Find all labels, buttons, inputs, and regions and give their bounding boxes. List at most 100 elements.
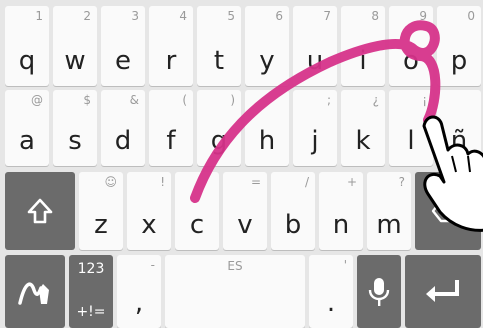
key-a[interactable]: @ a <box>5 90 49 166</box>
key-g[interactable]: ) g <box>197 90 241 166</box>
enter-key[interactable] <box>405 255 481 328</box>
key-letter: v <box>237 210 253 240</box>
key-letter: p <box>450 46 468 76</box>
key-hint: - <box>150 258 155 272</box>
key-hint: 4 <box>179 9 187 23</box>
key-hint: ¡ <box>422 93 427 107</box>
key-letter: z <box>94 210 108 240</box>
swipe-mode-icon <box>5 255 65 328</box>
key-b[interactable]: / b <box>271 172 315 250</box>
key-s[interactable]: $ s <box>53 90 97 166</box>
key-q[interactable]: 1 q <box>5 6 49 86</box>
swipe-mode-key[interactable] <box>5 255 65 328</box>
key-letter: a <box>19 126 35 156</box>
key-letter: l <box>407 126 415 156</box>
key-letter: u <box>306 46 324 76</box>
period-key[interactable]: ' . <box>309 255 353 328</box>
key-hint: 9 <box>419 9 427 23</box>
key-letter: f <box>166 126 176 156</box>
key-z[interactable]: ☺ z <box>79 172 123 250</box>
key-y[interactable]: 6 y <box>245 6 289 86</box>
key-hint: 3 <box>131 9 139 23</box>
key-hint: 2 <box>83 9 91 23</box>
key-hint: 5 <box>227 9 235 23</box>
key-v[interactable]: = v <box>223 172 267 250</box>
key-x[interactable]: ! x <box>127 172 171 250</box>
shift-key[interactable] <box>5 172 75 250</box>
key-letter: , <box>134 288 144 318</box>
key-letter: o <box>403 46 419 76</box>
space-language-label: ES <box>227 259 243 273</box>
key-letter: x <box>141 210 157 240</box>
key-letter: k <box>355 126 371 156</box>
key-hint: ) <box>230 93 235 107</box>
key-hint: 1 <box>35 9 43 23</box>
key-hint: = <box>250 175 261 189</box>
backspace-icon <box>415 172 481 250</box>
key-hint: ( <box>182 93 187 107</box>
key-letter: g <box>210 126 228 156</box>
key-e[interactable]: 3 e <box>101 6 145 86</box>
key-letter: t <box>213 46 225 76</box>
space-key[interactable]: ES <box>165 255 305 328</box>
key-m[interactable]: ? m <box>367 172 411 250</box>
key-hint: 0 <box>467 9 475 23</box>
key-k[interactable]: ¿ k <box>341 90 385 166</box>
key-letter: h <box>258 126 276 156</box>
comma-key[interactable]: - , <box>117 255 161 328</box>
key-letter: w <box>64 46 86 76</box>
key-letter: r <box>165 46 177 76</box>
key-c[interactable]: c <box>175 172 219 250</box>
key-hint: ! <box>160 175 165 189</box>
key-hint: @ <box>31 93 43 107</box>
key-p[interactable]: 0 p <box>437 6 481 86</box>
key-h[interactable]: h <box>245 90 289 166</box>
key-n[interactable]: + n <box>319 172 363 250</box>
key-hint: $ <box>83 93 91 107</box>
numbers-key[interactable]: 123 +!= <box>69 255 113 328</box>
key-letter: m <box>376 210 402 240</box>
key-letter: b <box>284 210 302 240</box>
key-letter: q <box>18 46 36 76</box>
key-hint: ☺ <box>104 175 117 189</box>
key-letter: c <box>189 210 205 240</box>
shift-icon <box>5 172 75 250</box>
key-letter: ñ <box>450 126 468 156</box>
key-hint: 6 <box>275 9 283 23</box>
key-hint: / <box>304 175 309 189</box>
key-letter: d <box>114 126 132 156</box>
numbers-label: 123 <box>77 261 105 277</box>
keyboard: 1 q 2 w 3 e 4 r 5 t 6 y 7 u 8 i 9 o 0 p … <box>0 0 483 328</box>
microphone-icon <box>357 255 401 328</box>
key-hint: ¿ <box>372 93 379 107</box>
key-r[interactable]: 4 r <box>149 6 193 86</box>
key-letter: y <box>259 46 275 76</box>
key-o[interactable]: 9 o <box>389 6 433 86</box>
key-n-tilde[interactable]: ñ <box>437 90 481 166</box>
key-hint: & <box>129 93 139 107</box>
key-hint: ' <box>343 258 347 272</box>
enter-icon <box>405 255 481 328</box>
key-letter: n <box>332 210 350 240</box>
backspace-key[interactable] <box>415 172 481 250</box>
key-i[interactable]: 8 i <box>341 6 385 86</box>
key-j[interactable]: ; j <box>293 90 337 166</box>
key-t[interactable]: 5 t <box>197 6 241 86</box>
key-w[interactable]: 2 w <box>53 6 97 86</box>
key-letter: i <box>359 46 367 76</box>
key-letter: e <box>115 46 131 76</box>
key-u[interactable]: 7 u <box>293 6 337 86</box>
key-hint: 7 <box>323 9 331 23</box>
key-hint: ? <box>398 175 405 189</box>
symbols-label: +!= <box>76 304 106 320</box>
key-letter: . <box>326 288 336 318</box>
mic-key[interactable] <box>357 255 401 328</box>
key-letter: s <box>68 126 82 156</box>
key-hint: 8 <box>371 9 379 23</box>
key-f[interactable]: ( f <box>149 90 193 166</box>
key-hint: ; <box>326 93 331 107</box>
key-letter: j <box>311 126 319 156</box>
key-hint: + <box>346 175 357 189</box>
key-d[interactable]: & d <box>101 90 145 166</box>
key-l[interactable]: ¡ l <box>389 90 433 166</box>
